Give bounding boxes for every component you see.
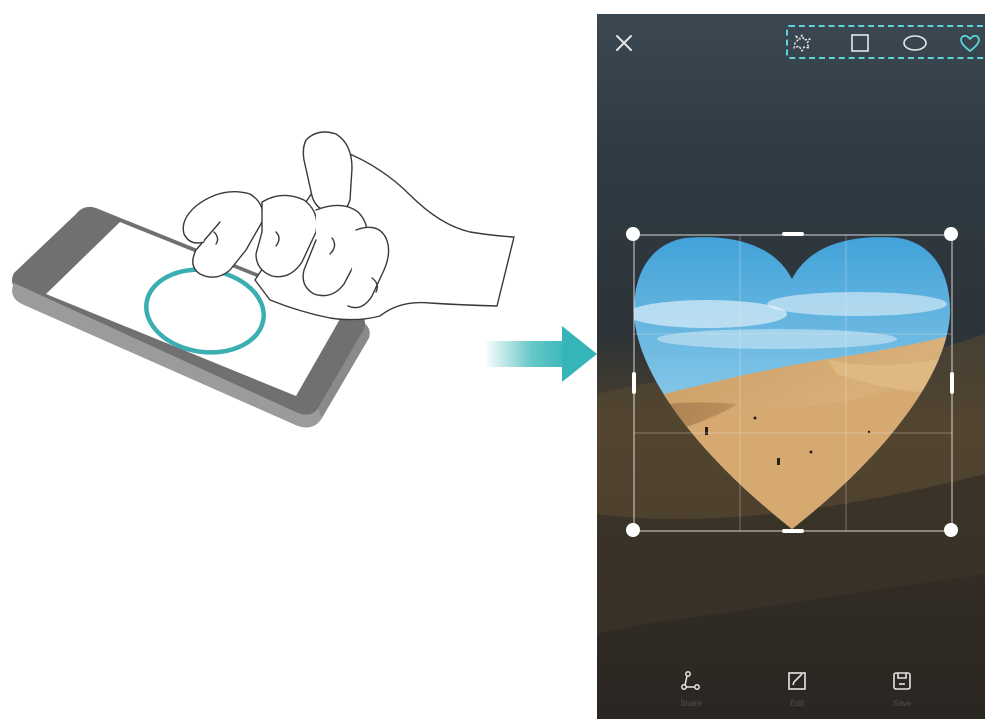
share-icon	[681, 671, 700, 690]
crop-handle-top-right[interactable]	[944, 227, 958, 241]
crop-handle-top[interactable]	[782, 232, 804, 236]
screenshot-editor: Share Edit Save	[597, 14, 985, 719]
bottom-action-bar: Share Edit Save	[597, 659, 985, 719]
save-label: Save	[892, 699, 912, 708]
save-button[interactable]: Save	[872, 669, 932, 717]
edit-button[interactable]: Edit	[767, 669, 827, 717]
crop-handle-right[interactable]	[950, 372, 954, 394]
share-button[interactable]: Share	[661, 669, 721, 717]
edit-label: Edit	[790, 699, 804, 708]
edit-icon	[788, 672, 806, 690]
share-label: Share	[680, 699, 702, 708]
save-icon	[893, 672, 911, 690]
crop-handle-bottom-right[interactable]	[944, 523, 958, 537]
gesture-illustration	[12, 131, 597, 428]
crop-handle-bottom-left[interactable]	[626, 523, 640, 537]
crop-handle-top-left[interactable]	[626, 227, 640, 241]
crop-handles	[597, 14, 985, 719]
crop-handle-bottom[interactable]	[782, 529, 804, 533]
knuckle-screenshot-guide: Share Edit Save	[0, 0, 985, 719]
crop-handle-left[interactable]	[632, 372, 636, 394]
transition-arrow	[484, 326, 597, 382]
